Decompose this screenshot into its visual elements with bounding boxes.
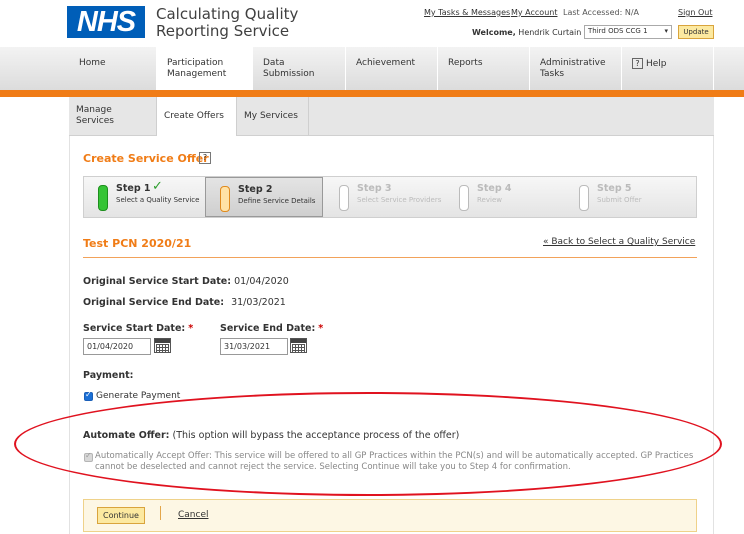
step-title: Step 5 bbox=[597, 183, 632, 194]
welcome-text: Welcome, Hendrik Curtain bbox=[472, 28, 581, 37]
calendar-icon[interactable] bbox=[154, 338, 171, 353]
main-nav: Home Participation Management Data Submi… bbox=[0, 47, 744, 90]
nav-data-submission[interactable]: Data Submission bbox=[253, 47, 346, 90]
wizard-step-5: Step 5 Submit Offer bbox=[565, 177, 683, 217]
start-date-input[interactable] bbox=[83, 338, 151, 355]
my-account-link[interactable]: My Account bbox=[511, 8, 557, 17]
app-title-line2: Reporting Service bbox=[156, 22, 290, 40]
step-title: Step 2 bbox=[238, 184, 273, 195]
app-title: Calculating Quality Reporting Service bbox=[156, 6, 298, 40]
organisation-value: Third ODS CCG 1 bbox=[588, 27, 648, 35]
step-inactive-indicator bbox=[459, 185, 469, 211]
payment-label-text: Payment: bbox=[83, 370, 134, 381]
step-title: Step 4 bbox=[477, 183, 512, 194]
wizard-steps: Step 1 ✓ Select a Quality Service Step 2… bbox=[83, 176, 697, 218]
update-button[interactable]: Update bbox=[678, 25, 714, 39]
sub-tabs: Manage Services Create Offers My Service… bbox=[69, 97, 714, 137]
nav-accent-bar bbox=[0, 90, 744, 97]
action-bar bbox=[83, 499, 697, 532]
original-start-value: 01/04/2020 bbox=[234, 276, 289, 287]
wizard-step-4: Step 4 Review bbox=[445, 177, 563, 217]
payment-label: Payment: bbox=[83, 370, 133, 381]
step-title: Step 3 bbox=[357, 183, 392, 194]
step-subtitle: Define Service Details bbox=[238, 197, 316, 205]
original-start-label: Original Service Start Date: bbox=[83, 276, 232, 287]
wizard-step-3: Step 3 Select Service Providers bbox=[325, 177, 443, 217]
step-title: Step 1 bbox=[116, 183, 151, 194]
step-inactive-indicator bbox=[339, 185, 349, 211]
tab-my-services[interactable]: My Services bbox=[237, 97, 309, 136]
help-icon[interactable]: ? bbox=[199, 152, 211, 164]
step-subtitle: Review bbox=[477, 196, 502, 204]
calendar-icon-grid bbox=[156, 344, 169, 352]
offer-name: Test PCN 2020/21 bbox=[83, 237, 192, 250]
back-link[interactable]: « Back to Select a Quality Service bbox=[543, 237, 695, 247]
step-subtitle: Submit Offer bbox=[597, 196, 642, 204]
end-date-input[interactable] bbox=[220, 338, 288, 355]
step-current-indicator bbox=[220, 186, 230, 212]
tab-manage-services[interactable]: Manage Services bbox=[69, 97, 157, 136]
cancel-link[interactable]: Cancel bbox=[178, 510, 209, 520]
step-subtitle: Select a Quality Service bbox=[116, 196, 200, 204]
user-name: Hendrik Curtain bbox=[518, 28, 582, 37]
start-date-label-text: Service Start Date: bbox=[83, 323, 186, 334]
required-marker: * bbox=[188, 323, 194, 334]
original-end-value: 31/03/2021 bbox=[231, 297, 286, 308]
annotation-highlight-ellipse bbox=[14, 392, 722, 496]
help-icon: ? bbox=[632, 58, 643, 69]
original-end-date: Original Service End Date: 31/03/2021 bbox=[83, 297, 286, 308]
app-title-line1: Calculating Quality bbox=[156, 5, 299, 23]
end-date-label: Service End Date: * bbox=[220, 323, 323, 334]
last-accessed-text: Last Accessed: N/A bbox=[563, 8, 639, 17]
my-tasks-link[interactable]: My Tasks & Messages bbox=[424, 8, 510, 17]
chevron-down-icon: ▾ bbox=[664, 27, 668, 35]
step-subtitle: Select Service Providers bbox=[357, 196, 442, 204]
calendar-icon-header bbox=[155, 339, 170, 343]
continue-button[interactable]: Continue bbox=[97, 507, 145, 524]
section-divider bbox=[83, 257, 697, 258]
wizard-step-2: Step 2 Define Service Details bbox=[205, 177, 323, 217]
organisation-select[interactable]: Third ODS CCG 1 ▾ bbox=[584, 25, 672, 39]
generate-payment-label: Generate Payment bbox=[96, 391, 181, 401]
checkmark-icon: ✓ bbox=[152, 179, 163, 194]
welcome-label: Welcome, bbox=[472, 28, 516, 37]
step-done-indicator bbox=[98, 185, 108, 211]
sign-out-link[interactable]: Sign Out bbox=[678, 8, 713, 17]
original-end-label: Original Service End Date: bbox=[83, 297, 225, 308]
generate-payment-checkbox[interactable] bbox=[84, 390, 93, 401]
calendar-icon[interactable] bbox=[290, 338, 307, 353]
nav-home[interactable]: Home bbox=[69, 47, 157, 90]
nav-help-label: Help bbox=[646, 59, 667, 69]
end-date-label-text: Service End Date: bbox=[220, 323, 316, 334]
nhs-logo: NHS bbox=[67, 6, 145, 38]
tab-create-offers[interactable]: Create Offers bbox=[157, 97, 237, 137]
nav-achievement[interactable]: Achievement bbox=[346, 47, 438, 90]
nav-reports[interactable]: Reports bbox=[438, 47, 530, 90]
original-start-date: Original Service Start Date: 01/04/2020 bbox=[83, 276, 289, 287]
step-inactive-indicator bbox=[579, 185, 589, 211]
required-marker: * bbox=[318, 323, 324, 334]
page-title: Create Service Offer bbox=[83, 152, 209, 165]
nav-participation-management[interactable]: Participation Management bbox=[157, 47, 253, 90]
nav-help[interactable]: ? Help bbox=[622, 47, 714, 90]
app-header: NHS Calculating Quality Reporting Servic… bbox=[0, 0, 744, 47]
calendar-icon-grid bbox=[292, 344, 305, 352]
nav-administrative-tasks[interactable]: Administrative Tasks bbox=[530, 47, 622, 90]
start-date-label: Service Start Date: * bbox=[83, 323, 193, 334]
calendar-icon-header bbox=[291, 339, 306, 343]
action-separator bbox=[160, 506, 161, 520]
wizard-step-1[interactable]: Step 1 ✓ Select a Quality Service bbox=[84, 177, 202, 217]
